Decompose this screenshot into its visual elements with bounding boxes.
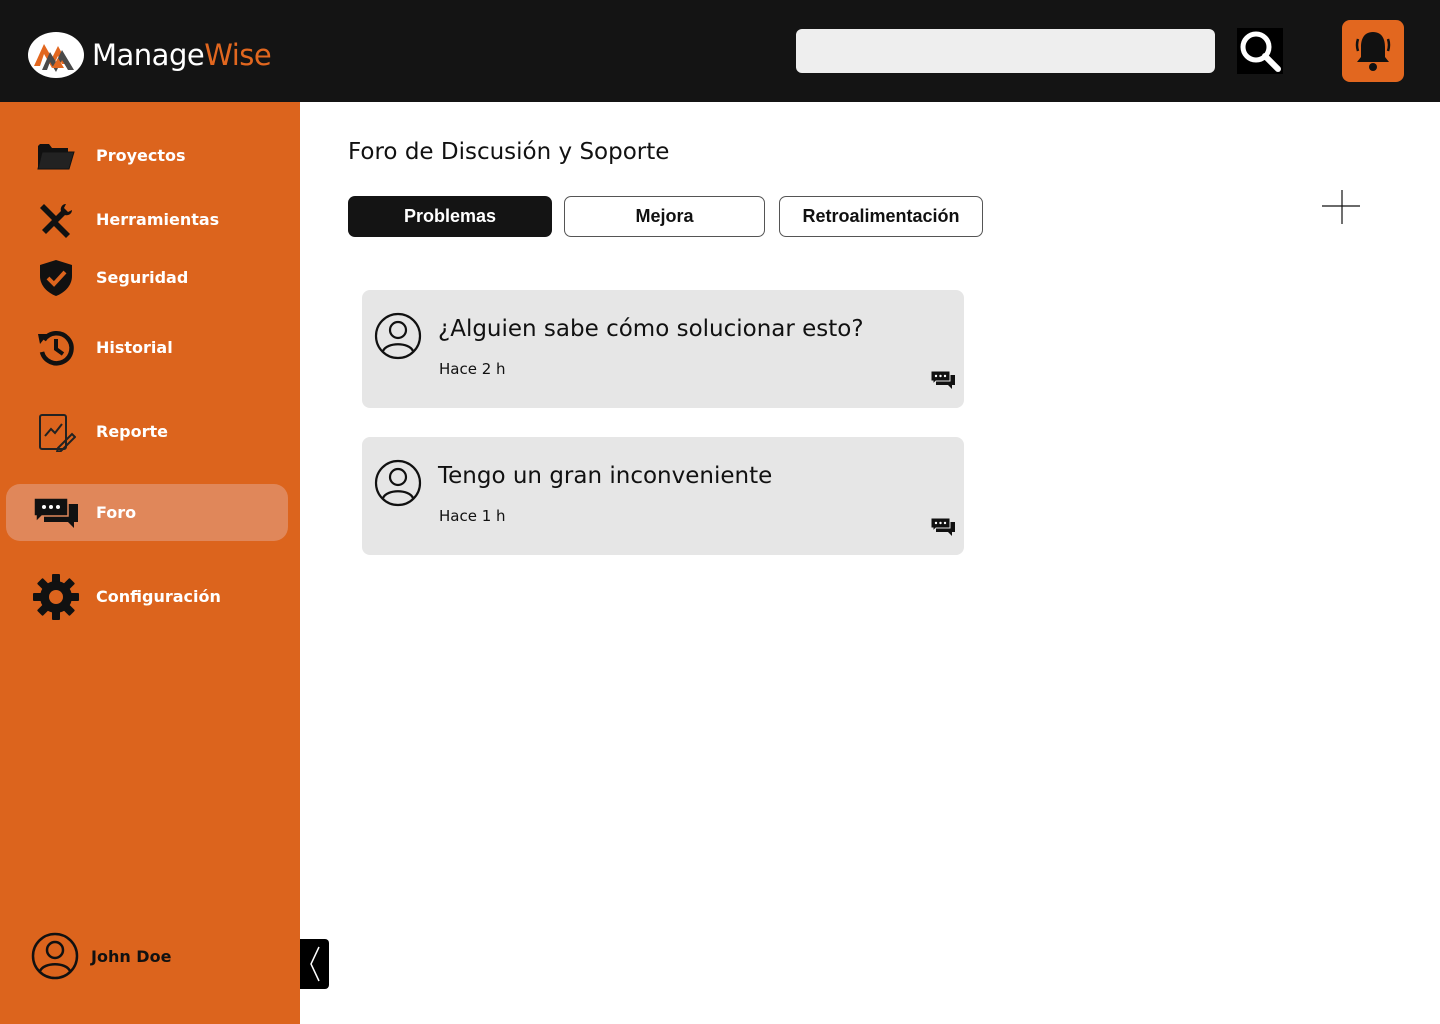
chevron-left-icon <box>309 946 320 982</box>
sidebar-item-reporte[interactable]: Reporte <box>6 403 288 460</box>
bell-icon <box>1355 32 1391 71</box>
sidebar-item-foro[interactable]: Foro <box>6 484 288 541</box>
post-time: Hace 1 h <box>439 507 506 525</box>
history-icon <box>32 324 80 372</box>
tools-icon <box>32 196 80 244</box>
comments-icon[interactable] <box>930 517 956 537</box>
avatar <box>374 459 422 507</box>
sidebar: Proyectos Herramientas Seguridad Histori… <box>0 102 300 1024</box>
user-name: John Doe <box>91 946 172 966</box>
collapse-sidebar-button[interactable] <box>300 939 329 989</box>
folder-icon <box>32 132 80 180</box>
sidebar-item-label: Herramientas <box>96 210 220 229</box>
top-bar: ManageWise <box>0 0 1440 102</box>
search-button[interactable] <box>1237 28 1283 74</box>
post-title: Tengo un gran inconveniente <box>438 463 773 489</box>
shield-icon <box>32 254 80 302</box>
forum-post[interactable]: ¿Alguien sabe cómo solucionar esto? Hace… <box>362 290 964 408</box>
sidebar-item-label: Historial <box>96 338 173 357</box>
avatar <box>374 312 422 360</box>
post-time: Hace 2 h <box>439 360 506 378</box>
sidebar-item-label: Proyectos <box>96 146 186 165</box>
add-post-button[interactable] <box>1322 190 1360 224</box>
search-icon <box>1240 31 1281 72</box>
user-profile[interactable]: John Doe <box>31 932 171 980</box>
page-title: Foro de Discusión y Soporte <box>348 139 670 165</box>
sidebar-item-seguridad[interactable]: Seguridad <box>6 249 288 306</box>
sidebar-item-label: Reporte <box>96 422 169 441</box>
comments-icon[interactable] <box>930 370 956 390</box>
brand-name-part1: Manage <box>92 38 205 72</box>
tab-mejora[interactable]: Mejora <box>564 196 765 237</box>
sidebar-item-configuracion[interactable]: Configuración <box>6 568 288 625</box>
sidebar-item-label: Foro <box>96 503 137 522</box>
sidebar-item-label: Seguridad <box>96 268 189 287</box>
report-icon <box>32 408 80 456</box>
sidebar-item-herramientas[interactable]: Herramientas <box>6 191 288 248</box>
notifications-button[interactable] <box>1342 20 1404 82</box>
gear-icon <box>32 573 80 621</box>
chat-icon <box>32 489 80 537</box>
forum-post[interactable]: Tengo un gran inconveniente Hace 1 h <box>362 437 964 555</box>
sidebar-item-historial[interactable]: Historial <box>6 319 288 376</box>
brand-name: ManageWise <box>92 38 272 72</box>
logo-mark-icon <box>28 32 84 78</box>
post-title: ¿Alguien sabe cómo solucionar esto? <box>438 316 864 342</box>
avatar <box>31 932 79 980</box>
brand-name-part2: Wise <box>204 38 272 72</box>
search-input[interactable] <box>796 29 1215 73</box>
sidebar-item-label: Configuración <box>96 587 221 606</box>
tab-retroalimentacion[interactable]: Retroalimentación <box>779 196 983 237</box>
plus-icon <box>1322 190 1360 224</box>
app-logo[interactable]: ManageWise <box>28 32 272 78</box>
sidebar-item-proyectos[interactable]: Proyectos <box>6 127 288 184</box>
tab-problemas[interactable]: Problemas <box>348 196 552 237</box>
